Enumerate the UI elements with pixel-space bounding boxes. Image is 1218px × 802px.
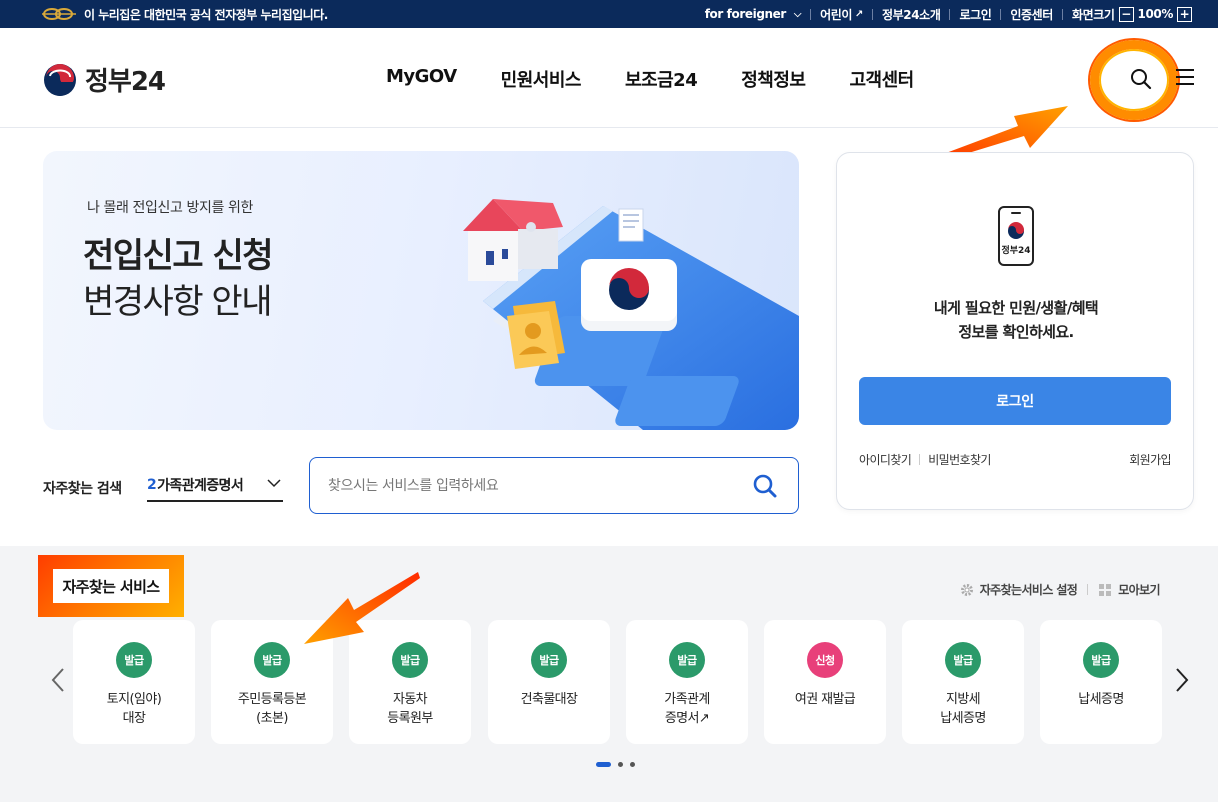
search-icon[interactable] xyxy=(752,473,778,499)
kids-link[interactable]: 어린이 xyxy=(820,6,852,23)
about-link[interactable]: 정부24소개 xyxy=(882,6,941,23)
carousel-pagination xyxy=(596,762,635,767)
screen-size-label: 화면크기 xyxy=(1071,7,1115,22)
issue-badge: 발급 xyxy=(945,642,981,678)
phone-logo-label: 정부24 xyxy=(1001,246,1031,256)
for-foreigner-link[interactable]: for foreigner xyxy=(705,7,787,21)
nav-civil-services[interactable]: 민원서비스 xyxy=(501,66,582,92)
banner-title-line1: 전입신고 신청 xyxy=(83,236,274,276)
main-nav: MyGOV 민원서비스 보조금24 정책정보 고객센터 xyxy=(386,66,914,92)
utility-links: for foreigner ⌵ 어린이 ↗ 정부24소개 로그인 인증센터 화면… xyxy=(705,0,1196,28)
banner-title-line2: 변경사항 안내 xyxy=(83,282,273,322)
login-message-line2: 정보를 확인하세요. xyxy=(958,323,1074,341)
service-card-label: 주민등록등본 (초본) xyxy=(237,692,307,726)
taegeuk-emblem-icon xyxy=(1008,222,1024,239)
issue-badge: 발급 xyxy=(1083,642,1119,678)
cert-center-link[interactable]: 인증센터 xyxy=(1010,6,1053,23)
nav-mygov[interactable]: MyGOV xyxy=(386,66,457,92)
service-card-building-register[interactable]: 발급 건축물대장 xyxy=(488,620,610,744)
view-all-link[interactable]: 모아보기 xyxy=(1118,581,1160,598)
issue-badge: 발급 xyxy=(254,642,290,678)
pagination-dot[interactable] xyxy=(630,762,635,767)
service-card-family-certificate[interactable]: 발급 가족관계 증명서↗ xyxy=(626,620,748,744)
service-card-label: 토지(임야) 대장 xyxy=(106,692,162,726)
pagination-dot[interactable] xyxy=(618,762,623,767)
nav-policy-info[interactable]: 정책정보 xyxy=(741,66,806,92)
site-logo[interactable]: 정부24 xyxy=(43,61,166,98)
zoom-in-button[interactable]: + xyxy=(1177,6,1192,22)
hero-banner[interactable]: 나 몰래 전입신고 방지를 위한 전입신고 신청 변경사항 안내 xyxy=(43,151,799,430)
official-site-notice: 이 누리집은 대한민국 공식 전자정부 누리집입니다. xyxy=(42,0,328,28)
service-card-passport-reissue[interactable]: 신청 여권 재발급 xyxy=(764,620,886,744)
chevron-down-icon[interactable] xyxy=(267,478,281,488)
login-links: 아이디찾기 비밀번호찾기 회원가입 xyxy=(859,451,1172,468)
moving-house-phone-illustration xyxy=(463,199,799,430)
pagination-dot-active[interactable] xyxy=(596,762,611,767)
issue-badge: 발급 xyxy=(392,642,428,678)
search-icon[interactable] xyxy=(1128,66,1154,92)
chevron-left-icon[interactable] xyxy=(50,666,66,694)
hamburger-menu-icon[interactable] xyxy=(1176,69,1194,87)
external-link-icon: ↗ xyxy=(855,8,863,20)
grid-icon[interactable] xyxy=(1098,583,1112,597)
frequent-search-label: 자주찾는 검색 xyxy=(43,481,122,497)
nav-subsidy24[interactable]: 보조금24 xyxy=(625,66,698,92)
issue-badge: 발급 xyxy=(531,642,567,678)
login-message: 내게 필요한 민원/생활/혜택 정보를 확인하세요. xyxy=(837,296,1195,344)
service-card-label: 지방세 납세증명 xyxy=(940,692,986,726)
service-card-tax-certificate[interactable]: 발급 납세증명 xyxy=(1040,620,1162,744)
frequent-search-select[interactable]: 2 가족관계증명서 xyxy=(147,470,283,502)
government-mark-icon xyxy=(42,8,76,20)
service-card-label: 가족관계 증명서↗ xyxy=(664,692,710,726)
login-message-line1: 내게 필요한 민원/생활/혜택 xyxy=(933,299,1099,317)
issue-badge: 발급 xyxy=(669,642,705,678)
banner-title: 전입신고 신청 변경사항 안내 xyxy=(83,233,274,325)
join-link[interactable]: 회원가입 xyxy=(1129,451,1171,468)
login-button[interactable]: 로그인 xyxy=(859,377,1171,425)
notice-text: 이 누리집은 대한민국 공식 전자정부 누리집입니다. xyxy=(84,7,328,22)
service-card-local-tax-certificate[interactable]: 발급 지방세 납세증명 xyxy=(902,620,1024,744)
issue-badge: 발급 xyxy=(116,642,152,678)
zoom-out-button[interactable]: − xyxy=(1118,6,1134,22)
chevron-right-icon[interactable] xyxy=(1174,666,1190,694)
banner-subtitle: 나 몰래 전입신고 방지를 위한 xyxy=(87,200,253,216)
service-card-label: 여권 재발급 xyxy=(794,692,856,707)
nav-customer-center[interactable]: 고객센터 xyxy=(849,66,914,92)
apply-badge: 신청 xyxy=(807,642,843,678)
logo-text: 정부24 xyxy=(85,67,166,97)
service-card-label: 자동차 등록원부 xyxy=(387,692,433,726)
chevron-down-icon[interactable]: ⌵ xyxy=(794,9,802,20)
service-card-label: 납세증명 xyxy=(1078,692,1124,707)
favorite-settings-link[interactable]: 자주찾는서비스 설정 xyxy=(980,581,1078,598)
favorite-services-title: 자주찾는 서비스 xyxy=(53,569,169,603)
favorite-options: 자주찾는서비스 설정 모아보기 xyxy=(960,581,1161,598)
top-login-link[interactable]: 로그인 xyxy=(959,6,991,23)
service-card-label: 건축물대장 xyxy=(520,692,578,707)
service-search-input[interactable] xyxy=(328,474,728,498)
gear-icon[interactable] xyxy=(960,583,974,597)
site-header: 정부24 MyGOV 민원서비스 보조금24 정책정보 고객센터 xyxy=(0,28,1218,128)
favorite-services-section: 자주찾는 서비스 자주찾는서비스 설정 모아보기 발급 토지(임야) 대장 발급… xyxy=(0,546,1218,802)
zoom-level: 100% xyxy=(1137,7,1174,21)
login-card: 정부24 내게 필요한 민원/생활/혜택 정보를 확인하세요. 로그인 아이디찾… xyxy=(836,152,1194,510)
mobile-phone-icon: 정부24 xyxy=(998,206,1034,266)
frequent-search-term: 가족관계증명서 xyxy=(157,478,244,494)
find-password-link[interactable]: 비밀번호찾기 xyxy=(928,451,991,468)
find-id-link[interactable]: 아이디찾기 xyxy=(859,451,912,468)
service-search-box xyxy=(309,457,799,514)
frequent-search-rank: 2 xyxy=(147,477,157,493)
service-card-resident-register[interactable]: 발급 주민등록등본 (초본) xyxy=(211,620,333,744)
service-card-land-register[interactable]: 발급 토지(임야) 대장 xyxy=(73,620,195,744)
top-utility-bar: 이 누리집은 대한민국 공식 전자정부 누리집입니다. for foreigne… xyxy=(0,0,1218,28)
service-card-vehicle-register[interactable]: 발급 자동차 등록원부 xyxy=(349,620,471,744)
taegeuk-emblem-icon xyxy=(44,63,76,96)
